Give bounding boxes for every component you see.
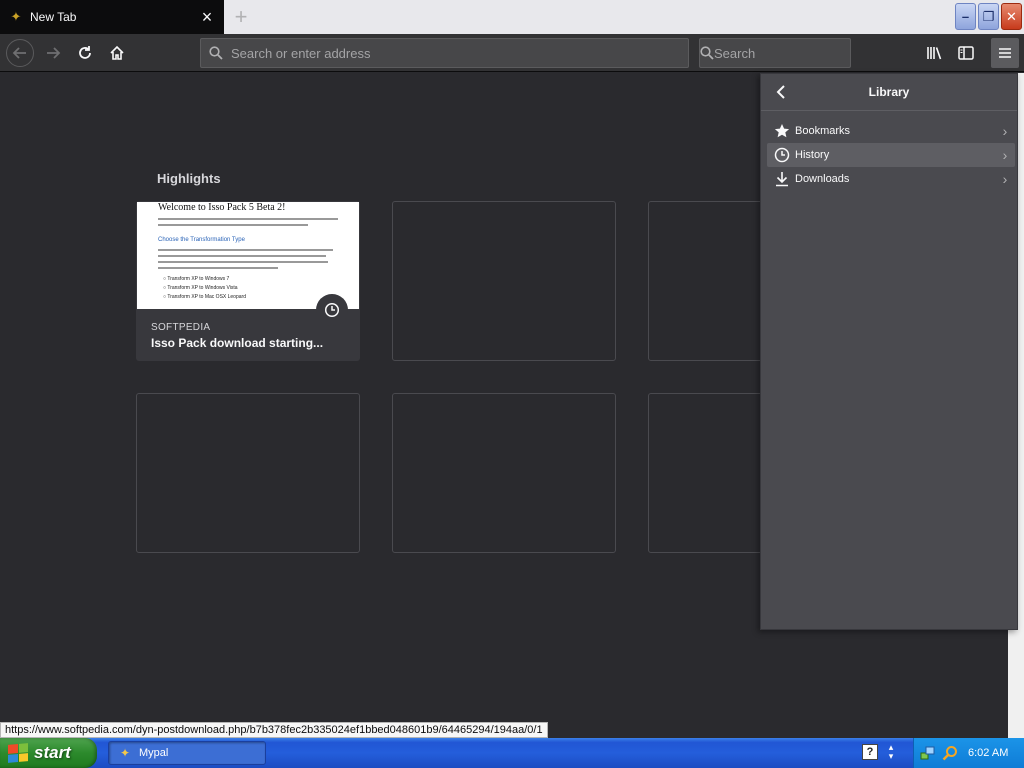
search-icon xyxy=(700,39,714,67)
library-icon xyxy=(927,47,942,60)
thumbnail-option: Transform XP to Mac OSX Leopard xyxy=(163,294,246,300)
chevron-right-icon: › xyxy=(1002,123,1008,139)
close-tab-button[interactable]: × xyxy=(196,6,218,28)
thumbnail-text-line xyxy=(158,255,326,257)
card-title: Isso Pack download starting... xyxy=(151,336,324,350)
library-item-bookmarks[interactable]: Bookmarks › xyxy=(767,119,1015,143)
reload-button[interactable] xyxy=(71,39,99,67)
close-window-button[interactable]: ✕ xyxy=(1001,3,1022,30)
arrow-left-icon xyxy=(12,47,26,59)
taskbar: start ✦ Mypal ? ▴ ▾ 6:02 AM xyxy=(0,738,1024,768)
navigation-toolbar xyxy=(0,34,1024,72)
empty-highlight-card xyxy=(392,201,616,361)
search-bar[interactable] xyxy=(699,38,890,68)
mypal-icon: ✦ xyxy=(10,9,22,24)
arrow-right-icon xyxy=(47,47,61,59)
forward-button[interactable] xyxy=(39,39,67,67)
library-item-label: Bookmarks xyxy=(795,125,851,137)
status-url-tooltip: https://www.softpedia.com/dyn-postdownlo… xyxy=(0,722,548,738)
library-button[interactable] xyxy=(922,39,948,67)
thumbnail-option: Transform XP to Windows 7 xyxy=(163,276,229,282)
url-bar[interactable] xyxy=(200,38,689,68)
library-item-downloads[interactable]: Downloads › xyxy=(767,167,1015,191)
panel-back-button[interactable] xyxy=(771,82,791,102)
tab-title: New Tab xyxy=(30,10,77,24)
history-clock-icon xyxy=(316,294,348,326)
library-item-label: Downloads xyxy=(795,173,850,185)
system-tray: 6:02 AM xyxy=(913,738,1024,768)
clock-icon xyxy=(771,144,793,166)
tab-new-tab[interactable]: ✦ New Tab × xyxy=(0,0,224,34)
chevron-right-icon: › xyxy=(1002,147,1008,163)
thumbnail-text-line xyxy=(158,224,308,226)
tray-expand-icon[interactable]: ▴ ▾ xyxy=(885,743,897,763)
chevron-left-icon xyxy=(776,85,785,99)
download-icon xyxy=(771,168,793,190)
thumbnail-heading: Welcome to Isso Pack 5 Beta 2! xyxy=(158,202,286,213)
library-item-history[interactable]: History › xyxy=(767,143,1015,167)
home-button[interactable] xyxy=(103,39,131,67)
restore-button[interactable]: ❐ xyxy=(978,3,999,30)
search-icon xyxy=(201,39,231,67)
search-input[interactable] xyxy=(714,40,890,66)
star-icon xyxy=(771,120,793,142)
thumbnail-text-line xyxy=(158,249,333,251)
empty-highlight-card xyxy=(392,393,616,553)
panel-title: Library xyxy=(868,85,910,99)
card-host: SOFTPEDIA xyxy=(151,322,211,333)
thumbnail-text-line xyxy=(158,261,328,263)
menu-button[interactable] xyxy=(991,38,1019,68)
sidebar-icon xyxy=(958,46,974,60)
mypal-icon: ✦ xyxy=(119,746,131,760)
clock[interactable]: 6:02 AM xyxy=(968,747,1008,759)
thumbnail-text-line xyxy=(158,267,278,269)
start-button[interactable]: start xyxy=(0,738,97,768)
network-icon[interactable] xyxy=(920,745,936,761)
tab-strip: ✦ New Tab × + – ❐ ✕ xyxy=(0,0,1024,34)
minimize-button[interactable]: – xyxy=(955,3,976,30)
thumbnail-option: Transform XP to Windows Vista xyxy=(163,285,237,291)
home-icon xyxy=(110,45,124,60)
library-item-label: History xyxy=(795,149,830,161)
taskbar-item-mypal[interactable]: ✦ Mypal xyxy=(108,741,266,765)
library-panel: Library Bookmarks › History › Downloads … xyxy=(760,73,1018,630)
thumbnail-text-line xyxy=(158,218,338,220)
help-icon[interactable]: ? xyxy=(862,744,878,760)
thumbnail-subheading: Choose the Transformation Type xyxy=(158,237,245,243)
hamburger-icon xyxy=(999,48,1011,58)
new-tab-button[interactable]: + xyxy=(228,4,254,30)
search-tray-icon[interactable] xyxy=(942,745,958,761)
card-thumbnail: Welcome to Isso Pack 5 Beta 2! Choose th… xyxy=(137,202,359,309)
url-input[interactable] xyxy=(231,40,688,66)
reload-icon xyxy=(79,46,91,59)
back-button[interactable] xyxy=(6,39,34,67)
window-controls: – ❐ ✕ xyxy=(955,3,1022,30)
start-label: start xyxy=(34,743,71,762)
windows-flag-icon xyxy=(8,743,28,763)
sidebar-button[interactable] xyxy=(953,39,979,67)
empty-highlight-card xyxy=(136,393,360,553)
taskbar-item-label: Mypal xyxy=(139,747,169,759)
highlights-title: Highlights xyxy=(157,171,221,186)
highlight-card[interactable]: Welcome to Isso Pack 5 Beta 2! Choose th… xyxy=(136,201,360,361)
chevron-right-icon: › xyxy=(1002,171,1008,187)
panel-header: Library xyxy=(761,74,1017,111)
